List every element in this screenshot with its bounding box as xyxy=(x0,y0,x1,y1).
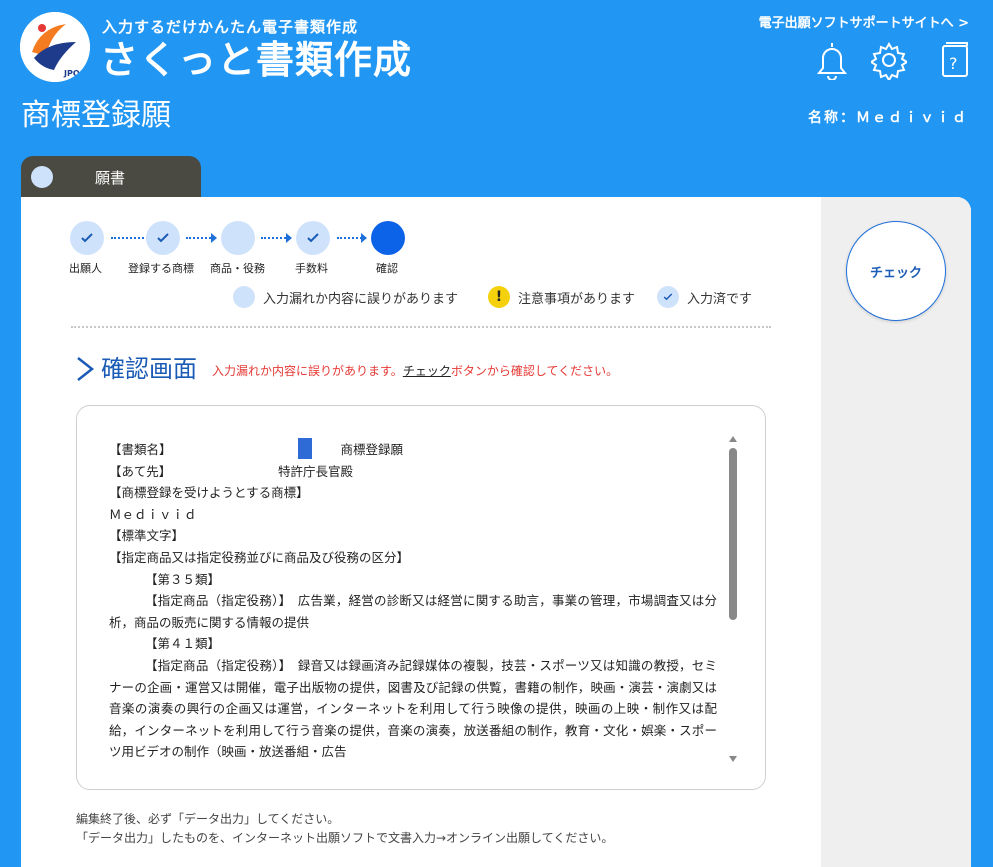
step-arrow-icon xyxy=(337,233,367,243)
check-icon xyxy=(307,233,319,243)
jpo-logo-icon: JPO xyxy=(20,12,90,82)
warning-icon: ! xyxy=(488,286,510,308)
step-trademark[interactable] xyxy=(146,221,180,255)
app-title: さくっと書類作成 xyxy=(100,38,413,82)
svg-text:?: ? xyxy=(949,54,958,73)
logo-text: JPO xyxy=(63,69,80,78)
scroll-up-icon[interactable] xyxy=(729,436,737,442)
cursor-marker-icon xyxy=(297,438,312,459)
help-book-icon[interactable]: ? xyxy=(937,40,973,80)
step-label-applicant: 出願人 xyxy=(69,262,102,275)
step-arrow-icon xyxy=(261,233,292,243)
trademark-name-label: 名称：Ｍｅｄｉｖｉｄ xyxy=(808,110,968,126)
step-applicant[interactable] xyxy=(70,221,104,255)
legend-warning: ! 注意事項があります xyxy=(488,286,635,308)
document-preview[interactable]: 【書類名】 商標登録願 【あて先】 特許庁長官殿 【商標登録を受けようとする商標】 … xyxy=(76,405,766,790)
legend-incomplete: 入力漏れか内容に誤りがあります xyxy=(233,286,458,308)
footnote: 編集終了後、必ず「データ出力」してください。 「データ出力」したものを、インター… xyxy=(76,812,614,845)
divider xyxy=(71,326,771,328)
tab-application[interactable]: 願書 xyxy=(21,156,201,198)
scroll-thumb[interactable] xyxy=(729,448,737,620)
document-content: 【書類名】 商標登録願 【あて先】 特許庁長官殿 【商標登録を受けようとする商標】 … xyxy=(109,438,717,763)
scroll-down-icon[interactable] xyxy=(729,756,737,762)
check-icon xyxy=(157,233,169,243)
done-check-icon xyxy=(657,286,679,308)
page-title: 商標登録願 xyxy=(21,98,171,133)
check-icon xyxy=(81,233,93,243)
check-link[interactable]: チェック xyxy=(403,364,451,378)
main-panel: 出願人 登録する商標 商品・役務 手数料 確認 入力漏れか内容に誤りがあります … xyxy=(21,197,971,867)
step-arrow-icon xyxy=(186,233,217,243)
section-error-message: 入力漏れか内容に誤りがあります。チェックボタンから確認してください。 xyxy=(212,364,619,378)
step-confirm[interactable] xyxy=(371,221,405,255)
support-site-link[interactable]: 電子出願ソフトサポートサイトへ > xyxy=(759,12,969,31)
step-label-fee: 手数料 xyxy=(295,262,328,275)
section-title: 確認画面 xyxy=(101,355,197,383)
jpo-logo: JPO xyxy=(20,12,90,82)
notification-bell-icon[interactable] xyxy=(814,40,850,80)
step-label-confirm: 確認 xyxy=(376,262,398,275)
app-tagline: 入力するだけかんたん電子書類作成 xyxy=(102,18,359,36)
check-button[interactable]: チェック xyxy=(846,221,946,321)
legend-done: 入力済です xyxy=(657,286,752,308)
step-fee[interactable] xyxy=(296,221,330,255)
right-sidebar: チェック xyxy=(821,197,971,867)
document-scrollbar[interactable] xyxy=(729,436,737,762)
step-label-trademark: 登録する商標 xyxy=(128,262,194,275)
chevron-right-icon xyxy=(77,357,95,381)
tab-status-dot-icon xyxy=(31,166,53,188)
incomplete-dot-icon xyxy=(233,286,255,308)
step-goods-services[interactable] xyxy=(221,221,255,255)
step-label-goods-services: 商品・役務 xyxy=(210,262,265,275)
tab-label: 願書 xyxy=(95,169,126,187)
settings-gear-icon[interactable] xyxy=(871,40,907,80)
